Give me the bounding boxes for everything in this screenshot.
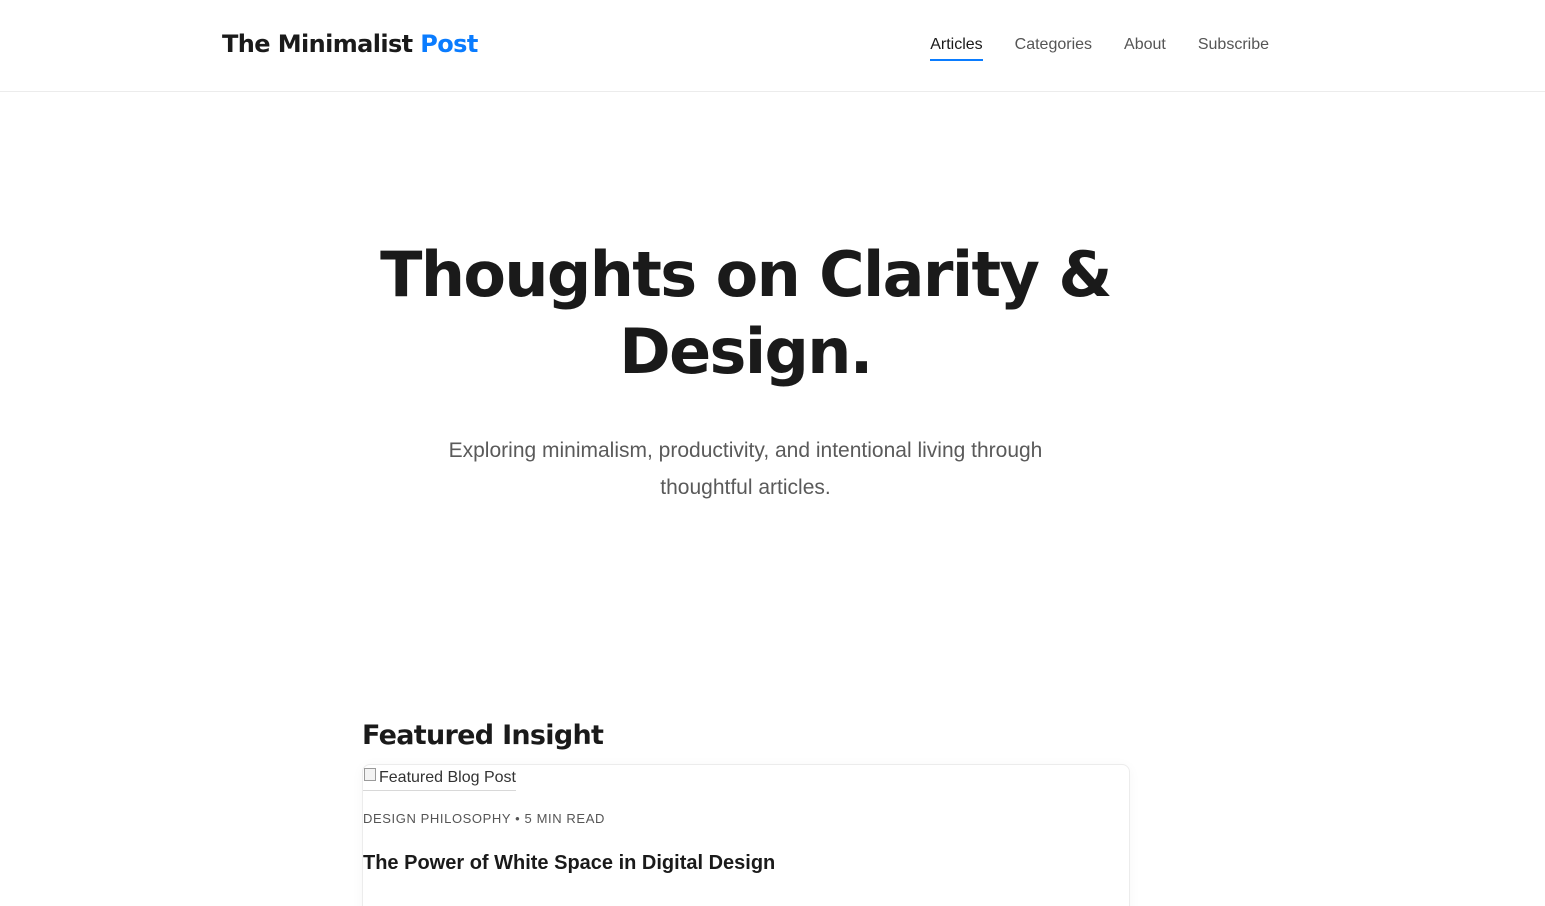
nav-articles[interactable]: Articles bbox=[930, 36, 983, 61]
meta-separator: • bbox=[515, 811, 521, 826]
post-category: Design Philosophy bbox=[363, 811, 511, 826]
site-header: The Minimalist Post Articles Categories … bbox=[0, 0, 1545, 92]
logo-main-text: The Minimalist bbox=[222, 30, 421, 58]
hero-title-line-2: Design. bbox=[619, 315, 873, 388]
nav-subscribe[interactable]: Subscribe bbox=[1198, 36, 1269, 61]
hero-subtitle-line-1: Exploring minimalism, productivity, and … bbox=[448, 439, 1043, 462]
featured-image-alt: Featured Blog Post bbox=[379, 769, 516, 786]
featured-section-title: Featured Insight bbox=[362, 720, 604, 751]
post-read-time: 5 min read bbox=[524, 811, 605, 826]
main-nav: Articles Categories About Subscribe bbox=[930, 36, 1269, 61]
logo-accent-text: Post bbox=[420, 30, 478, 58]
hero-subtitle: Exploring minimalism, productivity, and … bbox=[0, 432, 1491, 506]
site-logo[interactable]: The Minimalist Post bbox=[222, 30, 478, 58]
broken-image-icon bbox=[363, 766, 377, 782]
featured-post-image[interactable]: Featured Blog Post bbox=[363, 765, 516, 791]
post-meta: Design Philosophy • 5 min read bbox=[363, 811, 605, 826]
nav-categories[interactable]: Categories bbox=[1015, 36, 1092, 61]
hero-subtitle-line-2: thoughtful articles. bbox=[660, 476, 831, 499]
hero-title: Thoughts on Clarity & Design. bbox=[0, 236, 1491, 390]
featured-post-card[interactable]: Featured Blog Post Design Philosophy • 5… bbox=[362, 764, 1130, 906]
hero-title-line-1: Thoughts on Clarity & bbox=[380, 238, 1112, 311]
nav-about[interactable]: About bbox=[1124, 36, 1166, 61]
post-title[interactable]: The Power of White Space in Digital Desi… bbox=[363, 852, 775, 875]
